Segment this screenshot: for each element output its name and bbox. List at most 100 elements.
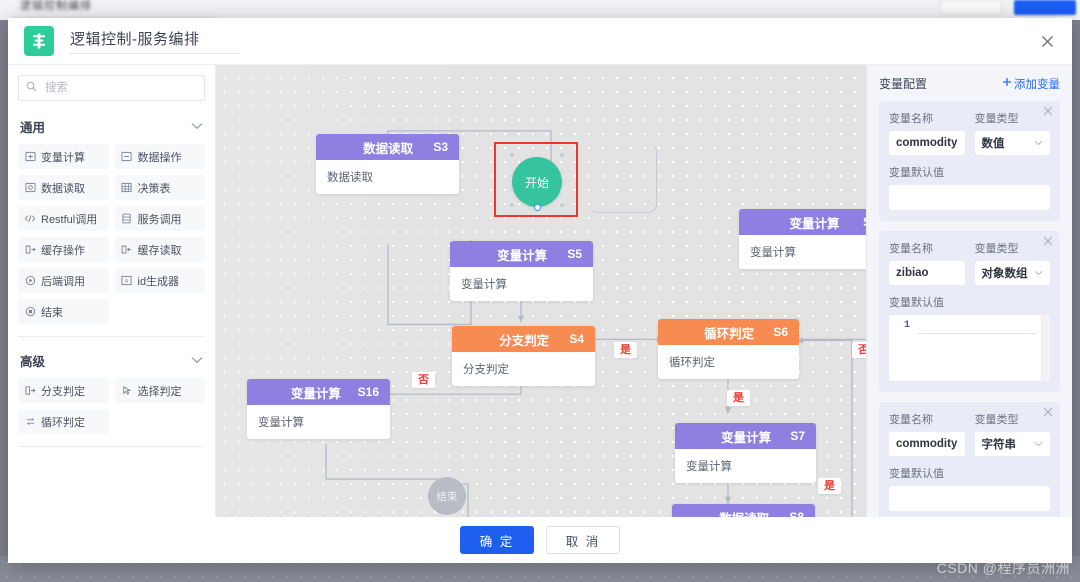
chevron-down-icon[interactable] — [191, 355, 203, 367]
palette-item-select-decision[interactable]: 选择判定 — [114, 378, 205, 403]
palette-item-backend-call[interactable]: 后端调用 — [18, 268, 109, 293]
selection-handle[interactable] — [510, 153, 514, 157]
variable-config-title: 变量配置 — [879, 77, 928, 91]
decision-table-icon — [121, 182, 133, 194]
variable-type-col: 变量类型 字符串 — [974, 411, 1050, 456]
palette-item-label: 结束 — [41, 306, 63, 319]
variable-name-input[interactable] — [889, 261, 965, 285]
variable-default-input[interactable] — [889, 185, 1050, 210]
variable-default-input[interactable] — [889, 486, 1050, 511]
service-call-icon — [121, 213, 133, 225]
flow-node-title: 数据读取 — [683, 508, 789, 518]
flow-node-step: S6 — [773, 325, 788, 339]
flow-node-header: 变量计算 S5 — [450, 241, 593, 267]
palette-item-label: 分支判定 — [41, 385, 85, 398]
palette-group-header-general[interactable]: 通用 — [18, 113, 205, 144]
variable-type-select[interactable]: 字符串 — [974, 432, 1050, 456]
flow-node-sx[interactable]: 变量计算 S 变量计算 — [739, 209, 866, 269]
edge-label-text: 否 — [858, 344, 866, 356]
variable-row: 变量名称 变量类型 字符串 — [889, 411, 1050, 456]
edge-label-yes: 是 — [727, 390, 750, 407]
palette-item-decision-table[interactable]: 决策表 — [114, 175, 205, 200]
variable-default-label: 变量默认值 — [889, 468, 944, 480]
flow-node-body: 变量计算 — [739, 235, 866, 269]
variable-default-code-editor[interactable]: 1 — [889, 315, 1050, 381]
flow-node-header: 循环判定 S6 — [658, 319, 799, 345]
palette-item-data-operation[interactable]: 数据操作 — [114, 144, 205, 169]
variable-type-select[interactable]: 数值 — [974, 131, 1050, 155]
close-icon[interactable] — [1043, 236, 1053, 248]
selection-handle[interactable] — [510, 203, 514, 207]
flow-node-s6[interactable]: 循环判定 S6 循环判定 — [658, 319, 799, 379]
background-secondary-button — [940, 0, 1002, 15]
flow-node-s8[interactable]: 数据读取 S8 数据读取 — [672, 504, 815, 517]
edge-label-yes: 是 — [614, 342, 637, 359]
cancel-button[interactable]: 取 消 — [546, 526, 620, 554]
palette-group-header-advanced[interactable]: 高级 — [18, 347, 205, 378]
flow-node-s5[interactable]: 变量计算 S5 变量计算 — [450, 241, 593, 301]
palette-item-restful-call[interactable]: Restful调用 — [18, 206, 109, 231]
palette-item-loop-decision[interactable]: 循环判定 — [18, 409, 109, 434]
palette-item-label: 数据读取 — [41, 182, 85, 195]
close-icon[interactable] — [1036, 30, 1058, 52]
flow-node-body: 变量计算 — [450, 267, 593, 301]
palette-item-label: 服务调用 — [137, 213, 182, 226]
end-node[interactable]: 结束 — [428, 477, 466, 515]
palette-item-cache-read[interactable]: 缓存读取 — [114, 237, 205, 262]
palette-item-branch-decision[interactable]: 分支判定 — [18, 378, 109, 403]
variable-default-label: 变量默认值 — [889, 297, 944, 309]
palette-item-data-read[interactable]: 数据读取 — [18, 175, 109, 200]
add-variable-label: 添加变量 — [1014, 78, 1060, 91]
variable-name-col: 变量名称 — [889, 240, 965, 285]
loop-decision-icon — [24, 416, 36, 428]
flow-node-header: 数据读取 S8 — [672, 504, 815, 517]
start-node[interactable]: 开始 — [512, 157, 562, 207]
start-node-anchor[interactable] — [534, 204, 541, 211]
palette-item-label: 缓存操作 — [41, 244, 85, 257]
variable-type-select[interactable]: 对象数组 — [974, 261, 1050, 285]
flow-node-step: S16 — [357, 385, 379, 399]
palette-item-label: Restful调用 — [41, 213, 98, 226]
chevron-down-icon[interactable] — [191, 121, 203, 133]
search-input[interactable] — [18, 75, 205, 101]
code-scrollbar[interactable] — [1041, 315, 1050, 381]
variable-calc-icon — [24, 151, 36, 163]
flow-node-s16[interactable]: 变量计算 S16 变量计算 — [247, 379, 390, 439]
backend-call-icon — [24, 275, 36, 287]
flow-node-s4[interactable]: 分支判定 S4 分支判定 — [452, 326, 595, 386]
close-icon[interactable] — [1043, 106, 1053, 118]
palette-group-title: 高级 — [20, 355, 46, 369]
flow-node-header: 变量计算 S16 — [247, 379, 390, 405]
dialog-body: 通用 变量计算 数据操作 — [8, 64, 1072, 517]
edge-label-no: 否 — [852, 342, 866, 359]
svg-text:A: A — [125, 279, 129, 285]
palette-item-id-generator[interactable]: A id生成器 — [114, 268, 205, 293]
selection-handle[interactable] — [560, 153, 564, 157]
flow-logo-icon — [24, 26, 54, 56]
flow-node-s7[interactable]: 变量计算 S7 变量计算 — [675, 423, 816, 483]
palette-item-service-call[interactable]: 服务调用 — [114, 206, 205, 231]
selection-handle[interactable] — [560, 203, 564, 207]
dialog-footer: 确 定 取 消 — [8, 517, 1072, 563]
add-variable-button[interactable]: 添加变量 — [1002, 76, 1060, 92]
variable-name-input[interactable] — [889, 432, 965, 456]
variable-name-label: 变量名称 — [889, 414, 933, 426]
palette-item-end[interactable]: 结束 — [18, 299, 109, 324]
variable-name-input[interactable] — [889, 131, 965, 155]
start-node-label: 开始 — [524, 175, 549, 190]
variable-type-value: 字符串 — [981, 439, 1017, 451]
edge-label-text: 是 — [620, 344, 631, 356]
variable-row: 变量名称 变量类型 数值 — [889, 110, 1050, 155]
palette-item-variable-calc[interactable]: 变量计算 — [18, 144, 109, 169]
close-icon[interactable] — [1043, 407, 1053, 419]
chevron-down-icon — [1034, 138, 1043, 149]
page-title: 逻辑控制-服务编排 — [70, 28, 240, 54]
variable-name-label: 变量名称 — [889, 243, 933, 255]
palette-item-cache-operation[interactable]: 缓存操作 — [18, 237, 109, 262]
chevron-down-icon — [1034, 268, 1043, 279]
flow-node-s3[interactable]: 数据读取 S3 数据读取 — [316, 134, 459, 194]
edge-label-no: 否 — [412, 372, 435, 389]
confirm-button[interactable]: 确 定 — [460, 526, 534, 554]
variable-type-col: 变量类型 数值 — [974, 110, 1050, 155]
flow-canvas[interactable]: 开始 数据读取 S3 数据读取 变量计算 S5 变量计算 变量计算 变量计算 分… — [216, 65, 866, 517]
